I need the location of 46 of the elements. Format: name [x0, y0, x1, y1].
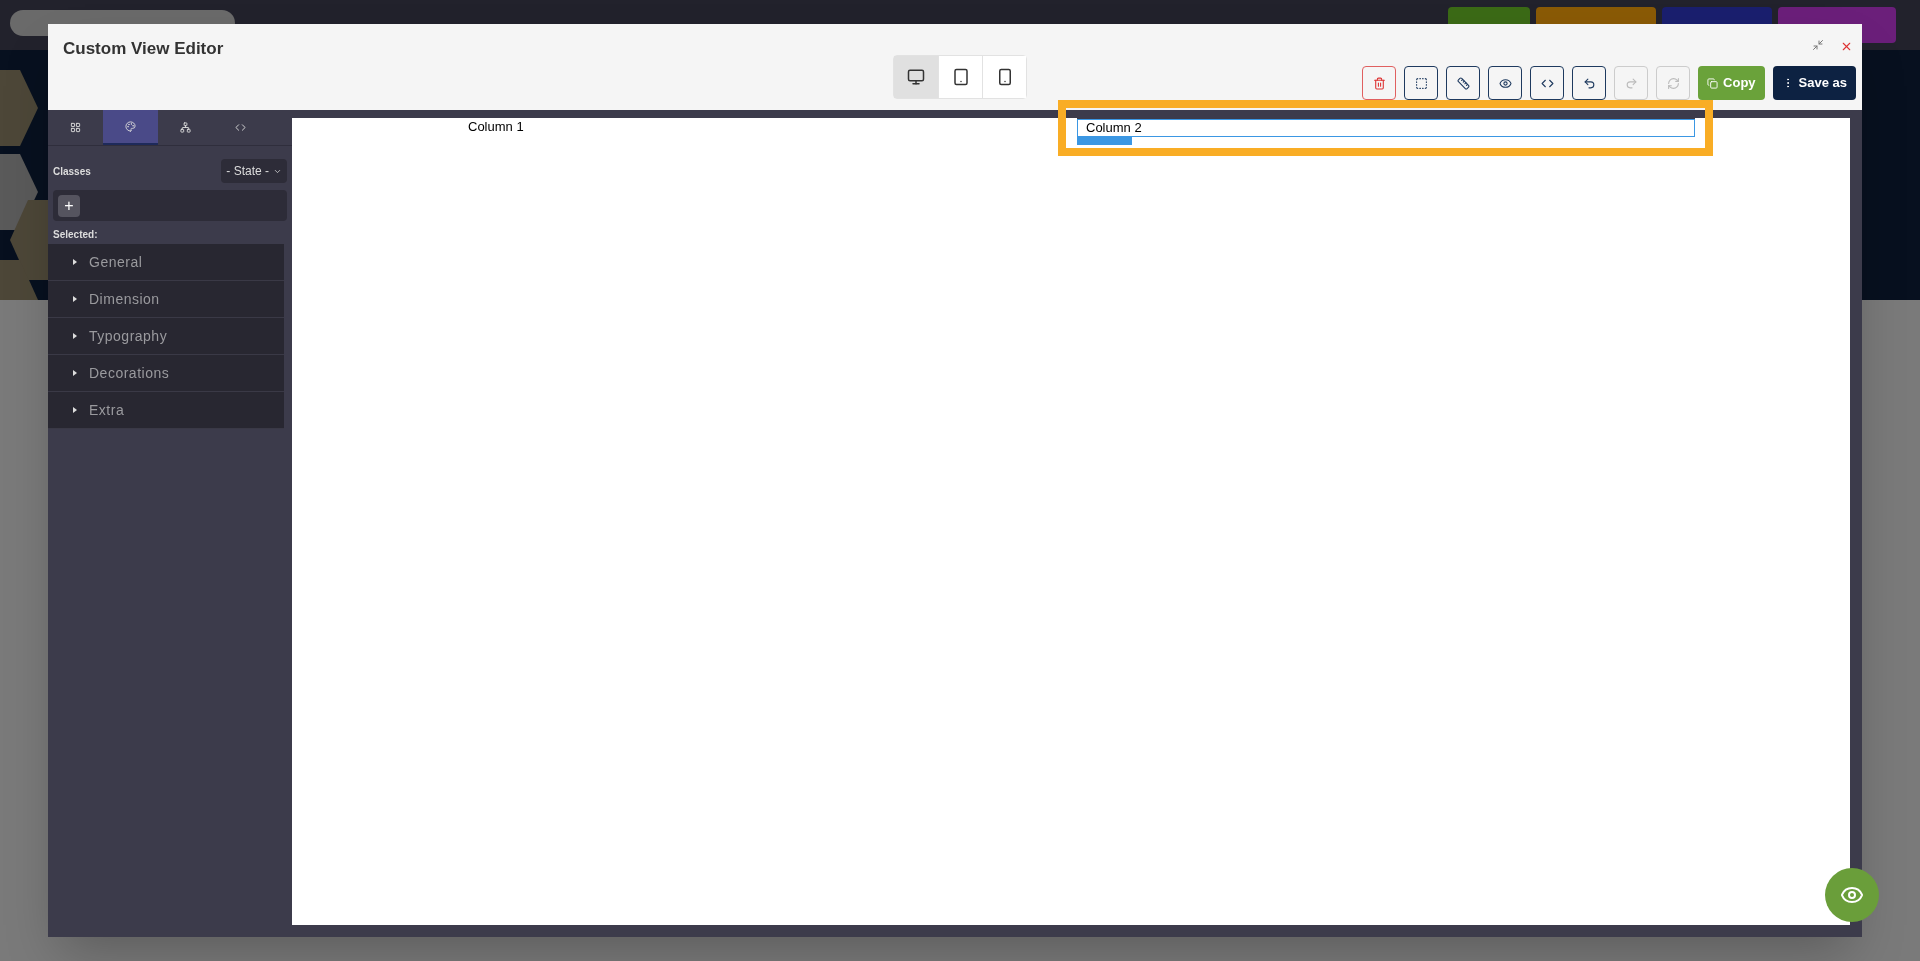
toolbar-button[interactable]	[1446, 66, 1481, 100]
style-section[interactable]: Typography	[48, 318, 284, 355]
close-icon[interactable]	[1840, 40, 1853, 53]
copy-button[interactable]: Copy	[1698, 66, 1765, 100]
caret-icon	[73, 407, 77, 413]
style-section[interactable]: General	[48, 244, 284, 281]
selected-label: Selected:	[53, 228, 99, 242]
modal-title: Custom View Editor	[63, 38, 224, 60]
caret-icon	[73, 296, 77, 302]
undo-icon	[1582, 76, 1596, 90]
classes-label: Classes	[53, 164, 91, 179]
minimize-icon[interactable]	[1812, 39, 1824, 51]
caret-icon	[73, 370, 77, 376]
select-icon	[1414, 76, 1428, 90]
toolbar-button[interactable]	[1404, 66, 1439, 100]
device-toggle[interactable]	[982, 56, 1026, 98]
delete-icon	[1372, 76, 1386, 90]
preview-button[interactable]	[1825, 868, 1879, 922]
style-section[interactable]: Decorations	[48, 355, 284, 392]
column-text: Column 2	[1077, 119, 1695, 137]
refresh-icon	[1666, 76, 1680, 90]
desktop-icon	[907, 68, 925, 86]
code-icon	[235, 122, 246, 133]
save-as-button[interactable]: Save as	[1772, 66, 1856, 100]
classes-field[interactable]: +	[53, 190, 287, 221]
device-toggle[interactable]	[894, 56, 938, 98]
toolbar-button[interactable]	[1488, 66, 1523, 100]
selection-badge	[1077, 137, 1132, 145]
caret-icon	[73, 259, 77, 265]
toolbar-button[interactable]	[1572, 66, 1607, 100]
style-section[interactable]: Extra	[48, 392, 284, 429]
style-section[interactable]: Dimension	[48, 281, 284, 318]
tablet-icon	[951, 68, 970, 86]
caret-icon	[73, 333, 77, 339]
panel-tab[interactable]	[103, 110, 158, 145]
ruler-icon	[1456, 76, 1470, 90]
palette-icon	[125, 121, 136, 132]
eye-icon	[1498, 76, 1512, 90]
hierarchy-icon	[180, 122, 191, 133]
redo-icon	[1624, 76, 1638, 90]
grid-icon	[70, 122, 81, 133]
column-text: Column 1	[468, 119, 524, 136]
add-class-button[interactable]: +	[58, 194, 80, 217]
state-dropdown[interactable]: - State -	[221, 159, 287, 183]
copy-icon	[1707, 77, 1719, 89]
toolbar-button[interactable]	[1530, 66, 1565, 100]
